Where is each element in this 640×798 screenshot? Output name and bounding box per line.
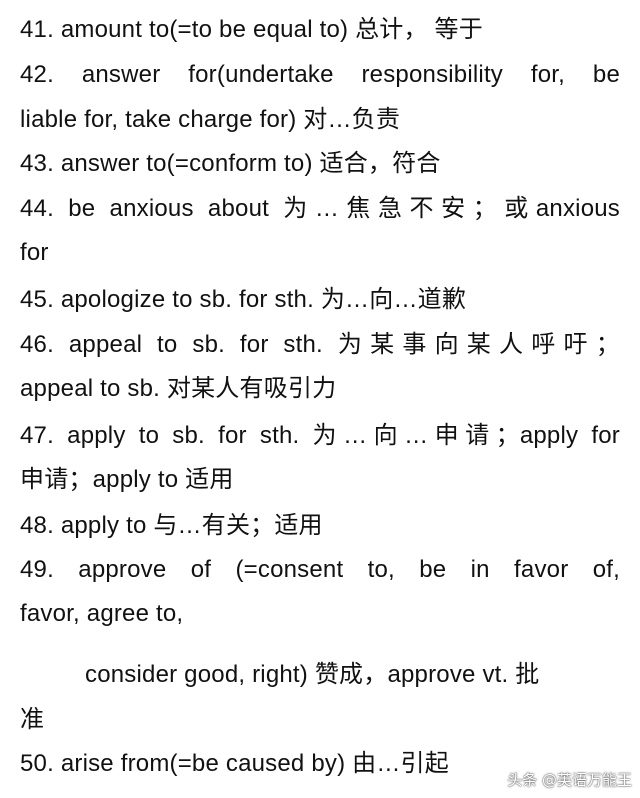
entry-46: 46. appeal to sb. for sth. 为某事向某人呼吁；	[20, 331, 620, 358]
entry-42-continued: liable for, take charge for) 对…负责	[20, 106, 401, 133]
entry-49-continued-3: 准	[20, 706, 45, 733]
entry-41: 41. amount to(=to be equal to) 总计， 等于	[20, 16, 483, 43]
entry-42: 42. answer for(undertake responsibility …	[20, 61, 620, 88]
watermark: 头条 @英语万能王	[507, 769, 632, 790]
entry-43: 43. answer to(=conform to) 适合，符合	[20, 150, 441, 177]
entry-44: 44. be anxious about 为…焦急不安；或anxious	[20, 195, 620, 222]
entry-49: 49. approve of (=consent to, be in favor…	[20, 556, 620, 583]
entry-49-continued-2: consider good, right) 赞成，approve vt. 批	[85, 661, 540, 688]
entry-47-continued: 申请；apply to 适用	[20, 466, 234, 493]
entry-47: 47. apply to sb. for sth. 为…向…申请；apply f…	[20, 422, 620, 449]
document-page: 41. amount to(=to be equal to) 总计， 等于 42…	[0, 0, 640, 798]
entry-46-continued: appeal to sb. 对某人有吸引力	[20, 375, 337, 402]
entry-48: 48. apply to 与…有关；适用	[20, 512, 323, 539]
entry-44-continued: for	[20, 239, 49, 266]
entry-50: 50. arise from(=be caused by) 由…引起	[20, 750, 449, 777]
entry-45: 45. apologize to sb. for sth. 为…向…道歉	[20, 286, 467, 313]
watermark-text: 头条 @英语万能王	[507, 771, 632, 789]
entry-49-continued: favor, agree to,	[20, 600, 184, 627]
